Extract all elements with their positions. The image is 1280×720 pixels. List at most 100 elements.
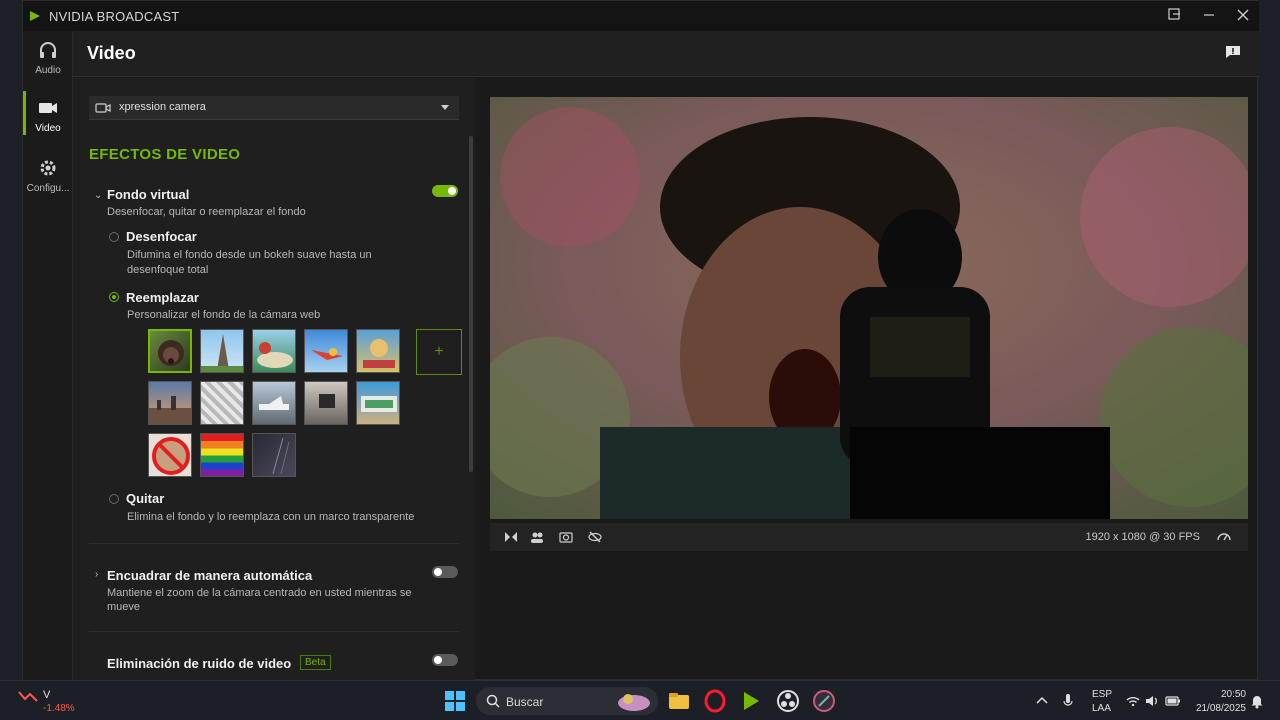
- toggle-knob: [434, 656, 442, 664]
- nvidia-broadcast-icon[interactable]: [739, 689, 763, 713]
- thumbnail-image: [259, 396, 289, 410]
- radio-replace[interactable]: [109, 292, 119, 302]
- preview-toolbar: 1920 x 1080 @ 30 FPS: [490, 523, 1248, 551]
- bg-thumbnail[interactable]: [252, 329, 296, 373]
- thumbnail-image: [319, 394, 335, 408]
- beta-badge: Beta: [300, 655, 331, 670]
- obs-icon[interactable]: [776, 689, 800, 713]
- microphone-icon[interactable]: [1062, 693, 1074, 709]
- thumbnail-image: [257, 342, 293, 368]
- nav-item-label: Audio: [35, 65, 61, 76]
- bg-thumbnail[interactable]: [252, 381, 296, 425]
- nav-item-audio[interactable]: Audio: [23, 39, 73, 76]
- people-icon[interactable]: [530, 530, 544, 544]
- file-explorer-icon[interactable]: [667, 689, 691, 713]
- chevron-up-icon[interactable]: [1036, 695, 1048, 705]
- thumbnail-image: [361, 396, 397, 412]
- add-background-button[interactable]: +: [416, 329, 462, 375]
- headphones-icon: [40, 42, 56, 58]
- option-title-remove[interactable]: Quitar: [126, 491, 164, 506]
- radio-blur[interactable]: [109, 232, 119, 242]
- taskbar-search[interactable]: Buscar: [476, 687, 658, 715]
- minimize-button[interactable]: [1198, 7, 1220, 25]
- search-placeholder: Buscar: [506, 695, 544, 709]
- opera-icon[interactable]: [703, 689, 727, 713]
- performance-icon[interactable]: [1217, 530, 1231, 544]
- chevron-down-icon[interactable]: ⌄: [94, 190, 102, 201]
- stock-change: -1.48%: [43, 703, 75, 714]
- no-symbol-icon: [152, 437, 190, 475]
- auto-frame-toggle[interactable]: [432, 566, 458, 578]
- background-left-strip: [0, 0, 22, 680]
- noise-toggle[interactable]: [432, 654, 458, 666]
- language-line2[interactable]: LAA: [1092, 703, 1111, 714]
- divider: [89, 631, 459, 632]
- title-bar: NVIDIA BROADCAST: [23, 1, 1259, 31]
- effects-panel: xpression camera EFECTOS DE VIDEO ⌄ Fond…: [73, 78, 475, 681]
- volume-icon[interactable]: [1145, 694, 1159, 708]
- nav-item-video[interactable]: Video: [23, 97, 73, 134]
- minimize-icon: [1204, 14, 1214, 16]
- thumbnail-image: [311, 348, 343, 360]
- nav-item-settings[interactable]: Configu...: [23, 157, 73, 194]
- page-header: Video: [73, 31, 1259, 77]
- bg-thumbnail[interactable]: [148, 329, 192, 373]
- divider: [89, 543, 459, 544]
- close-button[interactable]: [1232, 7, 1254, 25]
- thumbnail-image: [201, 334, 243, 372]
- thumbnail-image: [363, 339, 395, 368]
- panel-scrollbar[interactable]: [469, 136, 473, 472]
- camera-dropdown-value: xpression camera: [119, 101, 206, 113]
- mirror-icon[interactable]: [504, 530, 518, 544]
- pin-button[interactable]: [1163, 7, 1185, 25]
- windows-start-icon[interactable]: [443, 689, 467, 713]
- language-line1[interactable]: ESP: [1092, 689, 1112, 700]
- section-title: EFECTOS DE VIDEO: [89, 146, 241, 163]
- effect-title-virtual-bg[interactable]: Fondo virtual: [107, 187, 189, 202]
- clock-date[interactable]: 21/08/2025: [1192, 703, 1246, 714]
- snapshot-icon[interactable]: [559, 530, 573, 544]
- bg-thumbnail[interactable]: [200, 329, 244, 373]
- toggle-knob: [434, 568, 442, 576]
- camera-preview: [490, 97, 1248, 519]
- camera-dropdown[interactable]: xpression camera: [89, 96, 459, 120]
- nav-item-label: Configu...: [26, 183, 70, 194]
- effect-title-noise[interactable]: Eliminación de ruido de video: [107, 656, 291, 671]
- feedback-icon[interactable]: [1225, 45, 1241, 59]
- eye-off-icon[interactable]: [588, 530, 602, 544]
- bg-thumbnail[interactable]: [148, 381, 192, 425]
- bg-thumbnail[interactable]: [356, 381, 400, 425]
- bg-thumbnail[interactable]: [356, 329, 400, 373]
- bg-thumbnail[interactable]: [252, 433, 296, 477]
- bg-thumbnail[interactable]: [200, 433, 244, 477]
- app-icon[interactable]: [812, 689, 836, 713]
- camera-icon: [95, 103, 111, 113]
- resolution-dropdown[interactable]: 1920 x 1080 @ 30 FPS: [1085, 531, 1200, 543]
- radio-remove[interactable]: [109, 494, 119, 504]
- wifi-icon[interactable]: [1126, 695, 1140, 707]
- bg-thumbnail[interactable]: [200, 381, 244, 425]
- option-title-blur[interactable]: Desenfocar: [126, 229, 197, 244]
- toggle-knob: [448, 187, 456, 195]
- thumbnail-image: [272, 437, 290, 475]
- battery-icon[interactable]: [1165, 695, 1181, 707]
- bg-thumbnail[interactable]: [304, 381, 348, 425]
- side-nav: Audio Video Configu...: [23, 31, 73, 681]
- clock-time[interactable]: 20:50: [1206, 689, 1246, 700]
- option-title-replace[interactable]: Reemplazar: [126, 290, 199, 305]
- stock-chart-icon: [18, 691, 38, 702]
- window-title: NVIDIA BROADCAST: [49, 9, 180, 24]
- option-desc-blur-line1: Difumina el fondo desde un bokeh suave h…: [127, 249, 372, 261]
- close-icon: [1237, 9, 1249, 21]
- effect-title-auto-frame[interactable]: Encuadrar de manera automática: [107, 568, 312, 583]
- option-desc-remove: Elimina el fondo y lo reemplaza con un m…: [127, 511, 415, 523]
- chevron-right-icon[interactable]: ›: [95, 569, 98, 580]
- effect-desc-virtual-bg: Desenfocar, quitar o reemplazar el fondo: [107, 206, 306, 218]
- thumbnail-image: [149, 396, 191, 424]
- camera-icon: [39, 103, 57, 113]
- virtual-bg-toggle[interactable]: [432, 185, 458, 197]
- bg-thumbnail[interactable]: [148, 433, 192, 477]
- bg-thumbnail[interactable]: [304, 329, 348, 373]
- notification-bell-icon[interactable]: [1250, 693, 1264, 709]
- pin-icon: [1168, 8, 1180, 20]
